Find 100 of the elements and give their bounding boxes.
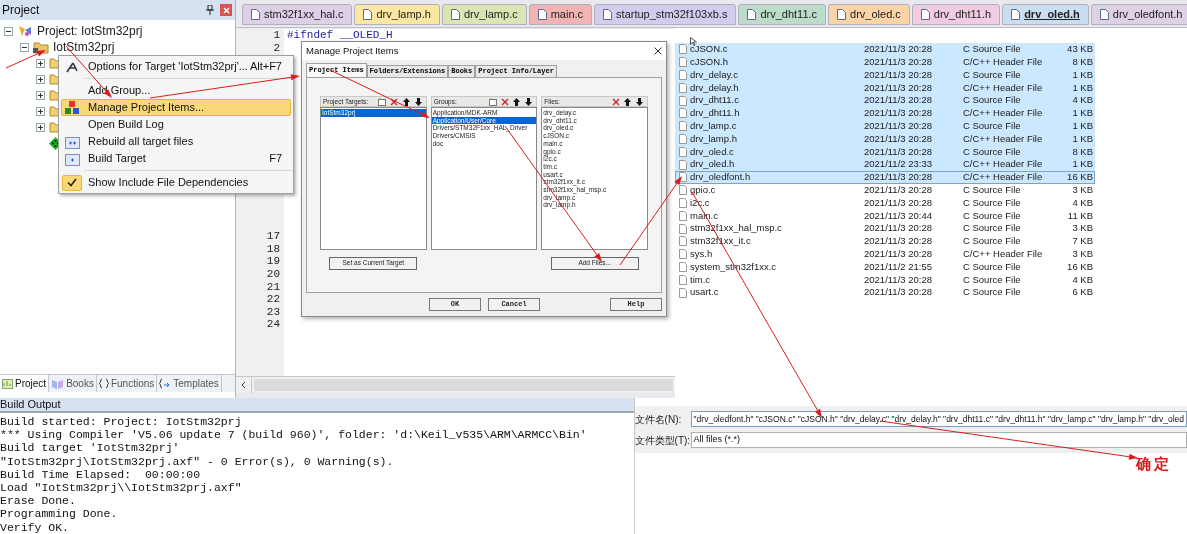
menu-item[interactable]: Show Include File Dependencies bbox=[61, 174, 291, 191]
line-number: 17 bbox=[266, 230, 280, 243]
file-row[interactable]: sys.h 2021/11/3 20:28 C/C++ Header File 3 KB bbox=[675, 247, 1095, 261]
panel-tab[interactable]: Project bbox=[0, 375, 50, 392]
panel-tab[interactable]: Templates bbox=[157, 375, 222, 392]
editor-tab[interactable]: drv_oledfont.h bbox=[1090, 4, 1187, 25]
file-icon bbox=[679, 108, 687, 119]
file-type: C Source File bbox=[963, 183, 1022, 198]
file-date: 2021/11/3 20:28 bbox=[864, 234, 933, 249]
file-icon bbox=[603, 9, 613, 20]
file-icon bbox=[679, 44, 687, 55]
arrow-down-icon bbox=[636, 97, 643, 106]
close-icon[interactable] bbox=[654, 47, 662, 55]
move-up-button[interactable] bbox=[511, 96, 523, 107]
editor-tab[interactable]: drv_lamp.c bbox=[441, 4, 527, 25]
editor-tab[interactable]: startup_stm32f103xb.s bbox=[594, 4, 737, 25]
file-type: C Source File bbox=[963, 285, 1022, 300]
file-type: C/C++ Header File bbox=[963, 170, 1044, 185]
cursor-icon bbox=[690, 37, 697, 46]
output-line: *** Using Compiler 'V5.06 update 7 (build 960)', folder: 'd:\Keil_v535\ARM\ARMCC\Bin' bbox=[0, 428, 588, 442]
file-row[interactable]: usart.c 2021/11/3 20:28 C Source File 6 KB bbox=[675, 286, 1095, 299]
panel-tab[interactable]: Books bbox=[49, 375, 97, 392]
file-date: 2021/11/3 20:28 bbox=[864, 93, 933, 108]
file-icon bbox=[679, 95, 687, 106]
caret-icon bbox=[241, 380, 246, 389]
file-type-field[interactable]: All files (*.*) bbox=[690, 432, 1187, 448]
file-name: drv_lamp.h bbox=[690, 131, 738, 146]
file-row[interactable]: system_stm32f1xx.c 2021/11/2 21:55 C Source File 16 KB bbox=[675, 260, 1095, 274]
close-button[interactable] bbox=[220, 4, 232, 16]
editor-tab[interactable]: stm32f1xx_hal.c bbox=[242, 4, 353, 25]
move-up-button[interactable] bbox=[400, 96, 412, 107]
delete-button[interactable] bbox=[499, 96, 511, 107]
annotation-label: 确定 bbox=[1136, 454, 1172, 475]
file-row[interactable]: gpio.c 2021/11/3 20:28 C Source File 3 KB bbox=[675, 183, 1095, 197]
file-icon bbox=[251, 9, 260, 20]
file-icon bbox=[363, 9, 373, 20]
file-row[interactable]: drv_dht11.c 2021/11/3 20:28 C Source File 4 KB bbox=[675, 94, 1095, 107]
file-date: 2021/11/3 20:28 bbox=[864, 247, 933, 262]
panel-tab[interactable]: Functions bbox=[96, 375, 158, 392]
delete-button[interactable] bbox=[388, 96, 400, 107]
file-row[interactable]: drv_delay.h 2021/11/3 20:28 C/C++ Header File 1 KB bbox=[675, 81, 1095, 95]
file-type: C Source File bbox=[963, 259, 1022, 274]
file-icon bbox=[837, 9, 847, 20]
move-down-button[interactable] bbox=[523, 96, 535, 107]
project-icon bbox=[2, 378, 13, 389]
move-down-button[interactable] bbox=[412, 96, 424, 107]
file-row[interactable]: i2c.c 2021/11/3 20:28 C Source File 4 KB bbox=[675, 196, 1095, 210]
file-icon bbox=[920, 9, 930, 20]
file-row[interactable]: drv_oled.c 2021/11/3 20:28 C Source File 8 KB bbox=[675, 145, 1095, 159]
file-name-field[interactable]: "drv_oledfont.h" "cJSON.c" "cJSON.h" "drv_delay.c" "drv_delay.h" "drv_dht11.c" "drv_dht11.h" "drv_lamp.c" "drv_lamp.h" "drv_oled bbox=[690, 411, 1187, 427]
file-icon bbox=[1011, 9, 1021, 20]
file-icon bbox=[1099, 9, 1109, 20]
menu-item[interactable]: Rebuild all target files bbox=[61, 133, 291, 150]
file-name: cJSON.h bbox=[690, 55, 729, 70]
file-icon bbox=[679, 82, 687, 93]
menu-item[interactable]: Manage Project Items... bbox=[61, 99, 291, 116]
editor-tab[interactable]: drv_dht11.h bbox=[911, 4, 1001, 25]
editor-tab[interactable]: drv_oled.c bbox=[828, 4, 910, 25]
file-type: C/C++ Header File bbox=[963, 55, 1044, 70]
tree-item[interactable]: Project: IotStm32prj bbox=[37, 22, 143, 40]
menu-item[interactable]: Options for Target 'IotStm32prj'... Alt+F7 bbox=[61, 58, 291, 75]
editor-tab[interactable]: drv_dht11.c bbox=[738, 4, 827, 25]
file-date: 2021/11/3 20:28 bbox=[864, 221, 933, 236]
editor-tab[interactable]: drv_lamp.h bbox=[354, 4, 440, 25]
new-button[interactable] bbox=[376, 96, 388, 107]
file-row[interactable]: stm32f1xx_hal_msp.c 2021/11/3 20:28 C Source File 3 KB bbox=[675, 222, 1095, 235]
menu-item[interactable]: Build Target F7 bbox=[61, 150, 291, 167]
editor-tab[interactable]: drv_oled.h bbox=[1002, 4, 1089, 25]
file-type: C Source File bbox=[963, 67, 1022, 82]
file-size: 8 KB bbox=[1071, 55, 1093, 70]
editor-tab[interactable]: main.c bbox=[528, 4, 593, 25]
file-size: 43 KB bbox=[1066, 42, 1093, 57]
file-row[interactable]: stm32f1xx_it.c 2021/11/3 20:28 C Source File 7 KB bbox=[675, 234, 1095, 248]
file-size: 1 KB bbox=[1071, 157, 1093, 172]
output-line: Build target 'IotStm32prj' bbox=[0, 441, 181, 455]
line-number: 24 bbox=[266, 318, 280, 331]
move-up-button[interactable] bbox=[622, 96, 633, 107]
file-type: C/C++ Header File bbox=[963, 247, 1044, 262]
arrow bbox=[5, 50, 46, 69]
file-size: 1 KB bbox=[1071, 106, 1093, 121]
file-row[interactable]: cJSON.c 2021/11/3 20:28 C Source File 43 KB bbox=[675, 43, 1095, 56]
pin-icon[interactable] bbox=[206, 5, 214, 15]
expand-icon bbox=[36, 122, 45, 132]
file-name: drv_dht11.c bbox=[690, 93, 740, 108]
file-name: stm32f1xx_hal_msp.c bbox=[690, 221, 783, 236]
file-size: 16 KB bbox=[1066, 259, 1093, 274]
new-button[interactable] bbox=[487, 96, 499, 107]
menu-item[interactable]: Open Build Log bbox=[61, 116, 291, 133]
delete-button[interactable] bbox=[610, 96, 621, 107]
file-date: 2021/11/2 23:33 bbox=[864, 157, 933, 172]
move-down-button[interactable] bbox=[634, 96, 645, 107]
file-type: C/C++ Header File bbox=[963, 131, 1044, 146]
file-size: 1 KB bbox=[1071, 80, 1093, 95]
file-row[interactable]: tim.c 2021/11/3 20:28 C Source File 4 KB bbox=[675, 273, 1095, 287]
file-name: cJSON.c bbox=[690, 42, 729, 57]
tree-item[interactable]: IotStm32prj bbox=[53, 38, 115, 56]
file-type: C Source File bbox=[963, 272, 1022, 287]
file-icon bbox=[679, 159, 687, 170]
file-icon bbox=[679, 236, 687, 247]
file-row[interactable]: drv_oled.h 2021/11/2 23:33 C/C++ Header File 1 KB bbox=[675, 158, 1095, 171]
